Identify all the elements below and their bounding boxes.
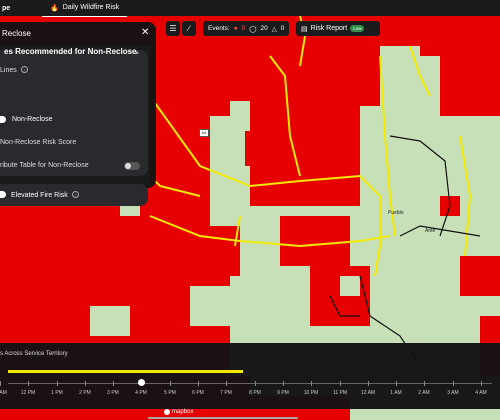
timeline-tick [170, 381, 171, 386]
timeline-tick-label[interactable]: 8 PM [249, 390, 261, 396]
measure-button[interactable]: ∕ [182, 21, 196, 36]
mapbox-logo-icon [164, 409, 170, 415]
timeline-tick-label[interactable]: 7 PM [220, 390, 232, 396]
tab-daily-wildfire-risk[interactable]: 🔥 Daily Wildfire Risk [42, 0, 128, 17]
map-attribution[interactable]: mapbox [164, 409, 193, 415]
toggle-knob [125, 163, 131, 169]
timeline-scrubber[interactable] [138, 379, 145, 386]
non-reclose-label: Non-Reclose [12, 116, 53, 123]
timeline-tick-label[interactable]: 11 AM [0, 390, 7, 396]
timeline-title: s Across Service Territory [0, 351, 68, 357]
events-fire-count: 0 [241, 25, 246, 32]
layers-button[interactable]: ☰ [166, 21, 180, 36]
timeline-tick-label[interactable]: 9 PM [277, 390, 289, 396]
top-bar: pe 🔥 Daily Wildfire Risk [0, 0, 500, 17]
close-icon[interactable]: ✕ [141, 27, 149, 38]
info-icon[interactable]: i [20, 66, 28, 73]
timeline-tick [85, 381, 86, 386]
timeline-tick [28, 381, 29, 386]
timeline-panel: s Across Service Territory 11 AM 12 PM 1 P… [0, 343, 500, 409]
timeline-axis[interactable] [8, 383, 492, 384]
section-title[interactable]: es Recommended for Non-Reclose [4, 47, 136, 56]
layers-icon: ☰ [169, 24, 177, 33]
ruler-icon: ∕ [188, 24, 190, 33]
timeline-tick [255, 381, 256, 386]
timeline-tick [396, 381, 397, 386]
timeline-tick [226, 381, 227, 386]
timeline-tick-label[interactable]: 6 PM [192, 390, 204, 396]
timeline-tick [198, 381, 199, 386]
alert-event-icon: ◯ [249, 25, 257, 33]
lines-label: Lines [0, 67, 17, 74]
attribute-table-label: ribute Table for Non-Reclose [0, 162, 89, 169]
info-icon[interactable]: i [71, 191, 79, 198]
layer-panel: Reclose ✕ es Recommended for Non-Reclose… [0, 22, 156, 206]
timeline-risk-bar [8, 370, 243, 373]
timeline-tick [424, 381, 425, 386]
timeline-tick [57, 381, 58, 386]
timeline-tick [0, 381, 1, 386]
timeline-tick [481, 381, 482, 386]
risk-report-button[interactable]: ▤ Risk Report Low [296, 21, 380, 36]
fire-event-icon: ● [233, 25, 238, 32]
timeline-tick-label[interactable]: 12 AM [361, 390, 375, 396]
timeline-tick-label[interactable]: 3 PM [107, 390, 119, 396]
timeline-tick [283, 381, 284, 386]
timeline-tick-label[interactable]: 5 PM [164, 390, 176, 396]
timeline-tick-label[interactable]: 2 AM [418, 390, 429, 396]
lines-heading: Lines i [0, 66, 28, 74]
chevron-up-icon[interactable]: ▲ [134, 50, 140, 56]
attribute-table-toggle[interactable] [124, 162, 140, 170]
timeline-tick [453, 381, 454, 386]
timeline-tick [311, 381, 312, 386]
events-label: Events: [208, 25, 230, 32]
tab-label: Daily Wildfire Risk [62, 4, 120, 11]
events-other-count: 0 [280, 25, 285, 32]
risk-score-label: Non-Reclose Risk Score [0, 139, 77, 146]
other-event-icon: △ [271, 25, 277, 33]
route-shield: 64 [199, 129, 209, 137]
flame-icon: 🔥 [50, 4, 59, 12]
timeline-tick [368, 381, 369, 386]
timeline-tick-label[interactable]: 12 PM [21, 390, 35, 396]
place-label-ante: Ante [425, 228, 436, 234]
timeline-tick-label[interactable]: 4 PM [135, 390, 147, 396]
timeline-tick-label[interactable]: 1 PM [51, 390, 63, 396]
elevated-fire-risk-item: Elevated Fire Risk i [11, 191, 79, 199]
timeline-tick-label[interactable]: 2 PM [79, 390, 91, 396]
timeline-tick-label[interactable]: 4 AM [475, 390, 486, 396]
timeline-tick-label[interactable]: 10 PM [304, 390, 318, 396]
timeline-tick-label[interactable]: 3 AM [447, 390, 458, 396]
place-label-pueblo: Pueblo [388, 210, 404, 216]
timeline-tick [340, 381, 341, 386]
timeline-tick-label[interactable]: 11 PM [333, 390, 347, 396]
timeline-tick [113, 381, 114, 386]
report-label: Risk Report [310, 25, 348, 32]
risk-level-badge: Low [350, 25, 365, 32]
elevated-fire-risk-label: Elevated Fire Risk [11, 192, 68, 199]
timeline-tick-label[interactable]: 1 AM [390, 390, 401, 396]
panel-title: Reclose [2, 29, 31, 38]
events-summary[interactable]: Events: ● 0 ◯ 20 △ 0 [203, 21, 289, 36]
horizontal-scrollbar[interactable] [148, 417, 298, 419]
app-brand: pe [2, 4, 11, 12]
events-alert-count: 20 [260, 25, 268, 32]
document-icon: ▤ [301, 25, 308, 33]
attribution-text: mapbox [172, 409, 194, 415]
